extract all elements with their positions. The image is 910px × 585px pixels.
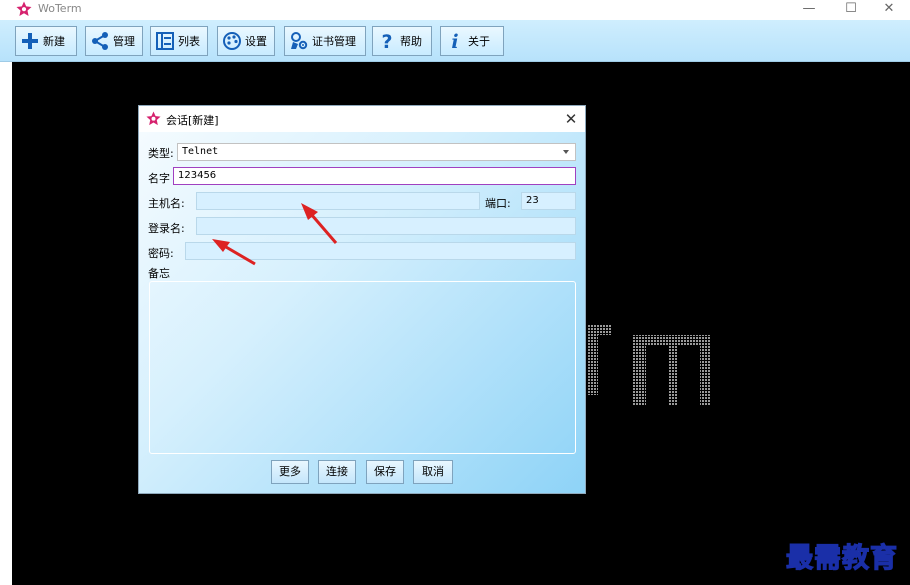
more-button[interactable]: 更多 <box>271 460 309 484</box>
svg-text:?: ? <box>381 31 392 51</box>
app-title: WoTerm <box>38 2 82 15</box>
toolbar-list-button[interactable]: 列表 <box>150 26 208 56</box>
toolbar-cert-button[interactable]: 证书管理 <box>284 26 366 56</box>
toolbar-about-label: 关于 <box>468 35 490 48</box>
memo-textarea[interactable] <box>149 281 576 454</box>
toolbar-new-button[interactable]: 新建 <box>15 26 77 56</box>
name-input[interactable]: 123456 <box>173 167 576 185</box>
dialog-titlebar: 会话[新建] ✕ <box>139 106 585 132</box>
connect-button[interactable]: 连接 <box>318 460 356 484</box>
toolbar-list-label: 列表 <box>178 35 200 48</box>
session-dialog: 会话[新建] ✕ 类型: Telnet 名字 123456 主机名: 端口: 2… <box>138 105 586 494</box>
minimize-button[interactable]: — <box>790 0 828 20</box>
chevron-down-icon <box>563 150 569 154</box>
plus-icon <box>22 33 38 49</box>
toolbar-cert-label: 证书管理 <box>312 35 356 48</box>
type-select[interactable]: Telnet <box>177 143 576 161</box>
type-select-value: Telnet <box>182 146 219 157</box>
toolbar-about-button[interactable]: i 关于 <box>440 26 504 56</box>
cancel-button[interactable]: 取消 <box>413 460 453 484</box>
svg-text:i: i <box>451 31 458 51</box>
woterm-logo-icon <box>146 111 161 126</box>
toolbar-manage-label: 管理 <box>113 35 135 48</box>
dialog-close-button[interactable]: ✕ <box>561 109 581 129</box>
close-window-button[interactable]: ✕ <box>870 0 908 20</box>
info-icon: i <box>451 31 458 51</box>
toolbar-manage-button[interactable]: 管理 <box>85 26 143 56</box>
woterm-background-logo <box>588 325 710 405</box>
memo-label: 备忘 <box>148 267 170 280</box>
password-label: 密码: <box>148 247 174 260</box>
watermark-text: 最需教育 <box>785 542 898 574</box>
main-toolbar: 新建 管理 列表 设置 证书管理 ? 帮助 i 关于 <box>0 20 910 62</box>
dialog-title: 会话[新建] <box>166 114 219 127</box>
woterm-logo-icon <box>16 1 32 16</box>
share-icon <box>92 32 108 50</box>
login-label: 登录名: <box>148 222 185 235</box>
port-input[interactable]: 23 <box>521 192 576 210</box>
password-input[interactable] <box>185 242 576 260</box>
cert-key-icon <box>291 32 308 50</box>
type-label: 类型: <box>148 147 174 160</box>
maximize-button[interactable]: ☐ <box>832 0 870 20</box>
save-button[interactable]: 保存 <box>366 460 404 484</box>
list-icon <box>156 32 174 50</box>
toolbar-settings-label: 设置 <box>245 35 267 48</box>
toolbar-help-button[interactable]: ? 帮助 <box>372 26 432 56</box>
host-input[interactable] <box>196 192 480 210</box>
palette-icon <box>223 32 241 50</box>
toolbar-help-label: 帮助 <box>400 35 422 48</box>
name-label: 名字 <box>148 172 170 185</box>
help-icon: ? <box>381 31 392 51</box>
host-label: 主机名: <box>148 197 185 210</box>
login-input[interactable] <box>196 217 576 235</box>
toolbar-settings-button[interactable]: 设置 <box>217 26 275 56</box>
port-label: 端口: <box>485 197 511 210</box>
app-titlebar: WoTerm — ☐ ✕ <box>0 0 910 20</box>
toolbar-new-label: 新建 <box>43 35 65 48</box>
